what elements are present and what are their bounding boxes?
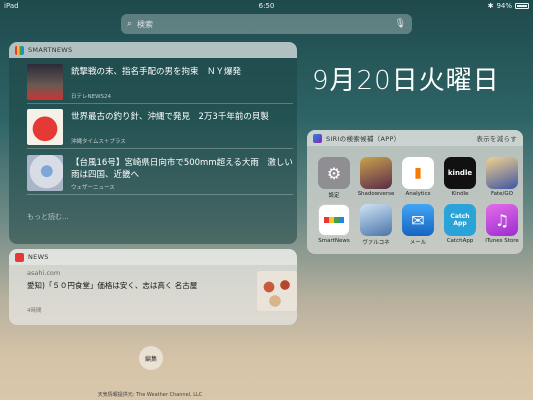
catchapp-icon: Catch App xyxy=(444,204,476,236)
news-time: 4時間 xyxy=(27,308,42,314)
news-thumbnail[interactable] xyxy=(257,271,297,311)
news-item-title: 【台風16号】宮崎県日向市で500mm超える大雨 激しい雨は四国、近畿へ xyxy=(71,158,293,180)
siri-icon xyxy=(313,133,322,143)
news-item-source: 沖縄タイムス＋プラス xyxy=(71,139,126,145)
valkone-icon xyxy=(360,204,392,236)
news-thumbnail xyxy=(27,64,63,100)
mail-icon: ✉ xyxy=(402,204,434,236)
news-widget-title: NEWS xyxy=(28,253,49,261)
siri-title: SIRIの検索候補（APP） xyxy=(326,135,401,143)
status-right: ✱ 94% xyxy=(488,2,529,10)
news-app-icon xyxy=(15,252,24,262)
app-label: iTunes Store xyxy=(485,238,519,244)
app-catchapp[interactable]: Catch App CatchApp xyxy=(439,204,481,246)
app-label: Kindle xyxy=(451,191,469,197)
app-shadowverse[interactable]: Shadowverse xyxy=(355,157,397,199)
smartnews-widget: SMARTNEWS 銃撃戦の末、指名手配の男を拘束 ＮＹ爆発 日テレNEWS24… xyxy=(9,42,297,244)
clock: 6:50 xyxy=(258,2,275,10)
date-label: 9月20日火曜日 xyxy=(312,66,500,96)
app-valkone[interactable]: ヴァルコネ xyxy=(355,204,397,246)
app-mail[interactable]: ✉ メール xyxy=(397,204,439,246)
shadowverse-icon xyxy=(360,157,392,189)
weather-credit: 天気情報提供元: The Weather Channel, LLC xyxy=(97,392,203,398)
news-thumbnail xyxy=(27,109,63,145)
smartnews-header[interactable]: SMARTNEWS xyxy=(9,42,297,58)
microphone-icon[interactable]: 🎙 xyxy=(395,19,406,29)
search-field[interactable]: ⌕ 検索 🎙 xyxy=(121,14,412,34)
app-analytics[interactable]: ▮ Analytics xyxy=(397,157,439,199)
analytics-icon: ▮ xyxy=(402,157,434,189)
smartnews-title: SMARTNEWS xyxy=(28,46,73,54)
battery-percent: 94% xyxy=(496,2,512,10)
siri-suggestions-widget: SIRIの検索候補（APP） 表示を減らす ⚙ 設定 Shadowverse ▮ A… xyxy=(307,130,523,254)
itunes-icon: ♫ xyxy=(486,204,518,236)
battery-icon xyxy=(515,3,529,9)
news-item[interactable]: 世界最古の釣り針、沖縄で発見 2万3千年前の貝製 沖縄タイムス＋プラス xyxy=(27,105,293,149)
news-widget: NEWS asahi.com 愛知)「５０円食堂」価格は安く、志は高く 名古屋 … xyxy=(9,249,297,325)
search-placeholder: 検索 xyxy=(137,19,154,29)
show-less-button[interactable]: 表示を減らす xyxy=(476,133,517,143)
news-item-title: 銃撃戦の末、指名手配の男を拘束 ＮＹ爆発 xyxy=(71,67,242,77)
app-label: Shadowverse xyxy=(357,191,395,197)
read-more-link[interactable]: もっと読む... xyxy=(27,212,69,222)
kindle-icon: kindle xyxy=(444,157,476,189)
gear-icon: ⚙ xyxy=(318,157,350,189)
app-label: 設定 xyxy=(328,193,340,199)
app-label: ヴァルコネ xyxy=(362,240,390,246)
news-item-title: 世界最古の釣り針、沖縄で発見 2万3千年前の貝製 xyxy=(71,112,269,122)
edit-button[interactable]: 編集 xyxy=(139,346,163,370)
news-item[interactable]: 【台風16号】宮崎県日向市で500mm超える大雨 激しい雨は四国、近畿へ ウェザ… xyxy=(27,151,293,195)
news-header[interactable]: NEWS xyxy=(9,249,297,265)
status-bar: iPad 6:50 ✱ 94% xyxy=(0,0,533,12)
app-fate-go[interactable]: Fate/GO xyxy=(481,157,523,199)
app-label: CatchApp xyxy=(446,238,474,244)
fate-icon xyxy=(486,157,518,189)
app-label: SmartNews xyxy=(318,238,350,244)
app-settings[interactable]: ⚙ 設定 xyxy=(313,157,355,199)
app-label: メール xyxy=(409,240,427,246)
app-grid: ⚙ 設定 Shadowverse ▮ Analytics kindle Kindle … xyxy=(313,157,523,246)
news-item-source: ウェザーニュース xyxy=(71,185,115,191)
news-site: asahi.com xyxy=(27,269,61,277)
siri-header: SIRIの検索候補（APP） 表示を減らす xyxy=(307,130,523,146)
app-label: Fate/GO xyxy=(490,191,513,197)
news-headline[interactable]: 愛知)「５０円食堂」価格は安く、志は高く 名古屋 xyxy=(27,280,197,291)
app-label: Analytics xyxy=(405,191,431,197)
app-itunes-store[interactable]: ♫ iTunes Store xyxy=(481,204,523,246)
news-item-source: 日テレNEWS24 xyxy=(71,94,112,100)
news-item[interactable]: 銃撃戦の末、指名手配の男を拘束 ＮＹ爆発 日テレNEWS24 xyxy=(27,60,293,104)
smartnews-app-icon xyxy=(15,45,24,55)
search-icon: ⌕ xyxy=(127,19,133,29)
app-kindle[interactable]: kindle Kindle xyxy=(439,157,481,199)
news-thumbnail xyxy=(27,155,63,191)
app-smartnews[interactable]: SmartNews xyxy=(313,204,355,246)
bluetooth-icon: ✱ xyxy=(487,2,494,10)
smartnews-icon xyxy=(318,204,350,236)
